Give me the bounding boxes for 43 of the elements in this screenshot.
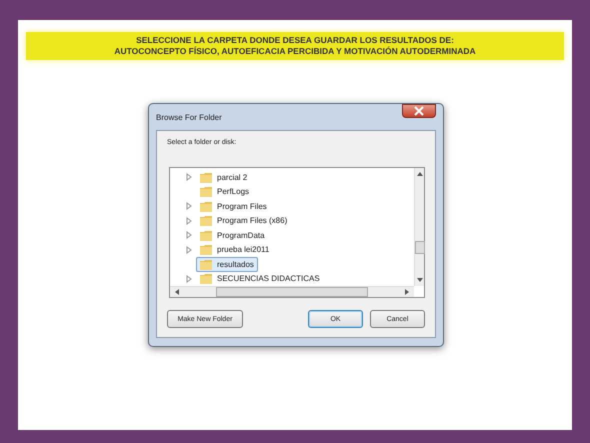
vertical-scrollbar[interactable]: [414, 168, 424, 286]
folder-item[interactable]: PerfLogs: [196, 184, 254, 200]
folder-name: resultados: [217, 260, 254, 269]
folder-icon: [200, 258, 212, 270]
banner-text: AUTOCONCEPTO FÍSICO, AUTOEFICACIA PERCIBIDA Y MOTIVACIÓN AUTODERMINADA: [113, 46, 477, 57]
folder-item[interactable]: Program Files (x86): [196, 213, 292, 228]
close-button[interactable]: [402, 104, 436, 118]
scroll-thumb[interactable]: [216, 287, 368, 297]
folder-item[interactable]: SECUENCIAS DIDACTICAS: [196, 271, 324, 286]
folder-name: PerfLogs: [217, 187, 250, 196]
folder-icon: [200, 244, 212, 256]
close-icon: [413, 106, 425, 116]
folder-item[interactable]: parcial 2: [196, 170, 252, 185]
scroll-left-icon: [174, 288, 180, 296]
folder-name: Program Files (x86): [217, 216, 288, 226]
expand-arrow-icon[interactable]: [186, 202, 192, 210]
expand-arrow-icon[interactable]: [186, 231, 192, 240]
expand-arrow-icon[interactable]: [186, 216, 192, 225]
banner-text: SELECCIONE LA CARPETA DONDE DESEA GUARDAR LOS RESULTADOS DE:: [135, 35, 455, 46]
folder-name: ProgramData: [217, 230, 265, 240]
scroll-right-icon: [404, 288, 410, 296]
folder-icon: [200, 215, 212, 226]
folder-icon: [200, 230, 212, 241]
folder-name: Program Files: [217, 202, 267, 211]
folder-icon: [200, 186, 212, 198]
folder-name: SECUENCIAS DIDACTICAS: [217, 274, 320, 284]
folder-item[interactable]: Program Files: [196, 198, 271, 214]
expand-arrow-icon[interactable]: [186, 246, 192, 254]
scroll-up-icon: [416, 171, 424, 177]
scroll-thumb[interactable]: [414, 240, 424, 254]
folder-icon: [200, 200, 212, 212]
folder-icon: [200, 273, 212, 284]
expand-arrow-icon[interactable]: [186, 173, 192, 182]
folder-name: parcial 2: [217, 172, 248, 182]
folder-icon: [200, 172, 212, 183]
folder-item[interactable]: prueba lei2011: [196, 242, 274, 258]
horizontal-scrollbar[interactable]: [170, 286, 414, 297]
folder-item[interactable]: ProgramData: [196, 228, 269, 243]
scroll-down-icon: [416, 277, 424, 283]
folder-item[interactable]: resultados: [196, 256, 258, 272]
expand-arrow-icon[interactable]: [186, 274, 192, 283]
dialog-title: Browse For Folder: [156, 112, 222, 122]
folder-name: prueba lei2011: [217, 245, 270, 254]
